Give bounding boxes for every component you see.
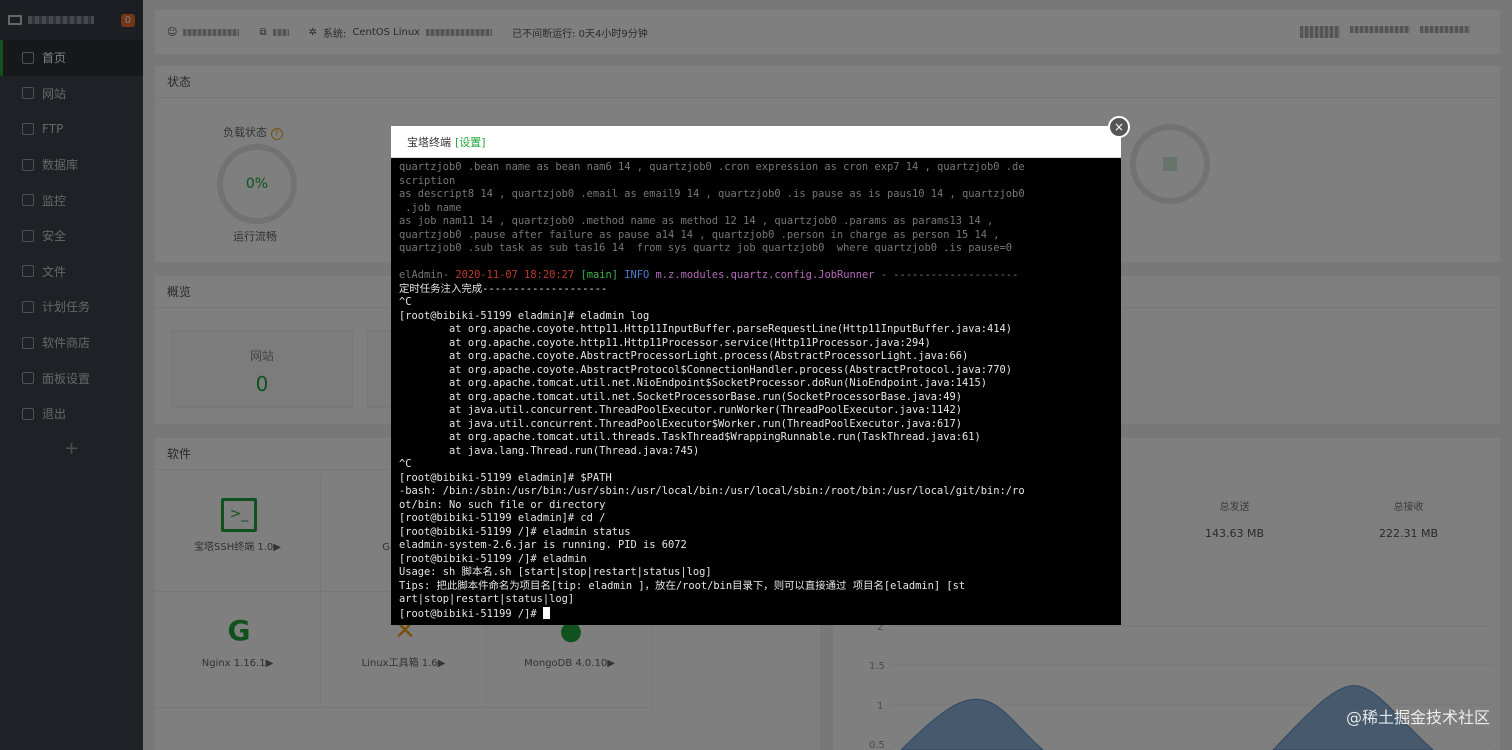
terminal-text: as job nam11 14 , quartzjob0 .method nam… (399, 215, 994, 227)
watermark: @稀土掘金技术社区 (1345, 708, 1490, 727)
log-cls: m.z.modules.quartz.config.JobRunner (655, 269, 875, 281)
terminal-text: scription (399, 174, 456, 187)
terminal-output[interactable]: quartzjob0 .bean name as bean nam6 14 , … (391, 158, 1121, 625)
terminal-text: Usage: sh 脚本名.sh [start|stop|restart|sta… (399, 566, 712, 578)
terminal-line: at org.apache.tomcat.util.net.NioEndpoin… (399, 377, 1113, 391)
terminal-text: at org.apache.tomcat.util.net.SocketProc… (399, 390, 963, 403)
terminal-line: at org.apache.coyote.http11.Http11Proces… (399, 337, 1113, 351)
terminal-text: at org.apache.coyote.AbstractProcessorLi… (399, 350, 969, 362)
terminal-text: [root@bibiki-51199 eladmin]# eladmin log (399, 309, 650, 322)
terminal-line: ^C (399, 458, 1113, 472)
terminal-line: 定时任务注入完成-------------------- (399, 283, 1113, 297)
terminal-line: Tips: 把此脚本件命名为项目名[tip: eladmin ]，放在/root… (399, 580, 1113, 594)
terminal-text: -bash: /bin:/sbin:/usr/bin:/usr/sbin:/us… (399, 485, 1025, 497)
terminal-line: at org.apache.tomcat.util.threads.TaskTh… (399, 431, 1113, 445)
terminal-text: at java.lang.Thread.run(Thread.java:745) (399, 444, 700, 457)
terminal-line: as job nam11 14 , quartzjob0 .method nam… (399, 215, 1113, 229)
log-time: 2020-11-07 18:20:27 (455, 269, 575, 281)
terminal-text: at org.apache.coyote.AbstractProtocol$Co… (399, 363, 1013, 376)
close-icon[interactable]: × (1108, 116, 1130, 138)
terminal-line: as descript8 14 , quartzjob0 .email as e… (399, 188, 1113, 202)
terminal-line: quartzjob0 .sub task as sub tas16 14 fro… (399, 242, 1113, 256)
terminal-line: at java.util.concurrent.ThreadPoolExecut… (399, 418, 1113, 432)
modal-header: 宝塔终端 [设置] (391, 126, 1121, 158)
terminal-text: eladmin-system-2.6.jar is running. PID i… (399, 539, 687, 551)
terminal-text: [root@bibiki-51199 eladmin]# $PATH (399, 471, 612, 484)
terminal-line: [root@bibiki-51199 /]# (399, 606, 1113, 622)
terminal-line: scription (399, 175, 1113, 189)
terminal-text: art|stop|restart|status|log] (399, 593, 575, 605)
terminal-text: ^C (399, 296, 412, 308)
terminal-settings-link[interactable]: [设置] (455, 134, 486, 150)
terminal-line: [root@bibiki-51199 eladmin]# eladmin log (399, 310, 1113, 324)
terminal-text: as descript8 14 , quartzjob0 .email as e… (399, 188, 1025, 200)
terminal-text: [root@bibiki-51199 /]# eladmin (399, 552, 587, 565)
terminal-text: ^C (399, 458, 412, 470)
terminal-text: quartzjob0 .bean name as bean nam6 14 , … (399, 161, 1025, 173)
terminal-line: at org.apache.coyote.http11.Http11InputB… (399, 323, 1113, 337)
terminal-line: [root@bibiki-51199 eladmin]# $PATH (399, 472, 1113, 486)
terminal-text: at org.apache.tomcat.util.net.NioEndpoin… (399, 377, 988, 389)
terminal-text: at java.util.concurrent.ThreadPoolExecut… (399, 417, 963, 430)
terminal-text: [root@bibiki-51199 eladmin]# cd / (399, 512, 606, 524)
terminal-text: quartzjob0 .sub task as sub tas16 14 fro… (399, 242, 1013, 254)
terminal-text: [root@bibiki-51199 /]# eladmin status (399, 525, 631, 538)
terminal-modal: 宝塔终端 [设置] quartzjob0 .bean name as bean … (391, 126, 1121, 625)
terminal-line: art|stop|restart|status|log] (399, 593, 1113, 607)
terminal-line: at java.util.concurrent.ThreadPoolExecut… (399, 404, 1113, 418)
terminal-text: at org.apache.coyote.http11.Http11Proces… (399, 336, 931, 349)
log-level: INFO (624, 269, 650, 281)
terminal-text: ot/bin: No such file or directory (399, 498, 606, 511)
terminal-line: Usage: sh 脚本名.sh [start|stop|restart|sta… (399, 566, 1113, 580)
terminal-line: [root@bibiki-51199 /]# eladmin (399, 553, 1113, 567)
terminal-line: -bash: /bin:/sbin:/usr/bin:/usr/sbin:/us… (399, 485, 1113, 499)
cursor (542, 606, 550, 619)
terminal-line: .job name (399, 202, 1113, 216)
terminal-text: at java.util.concurrent.ThreadPoolExecut… (399, 404, 963, 416)
terminal-text: at org.apache.tomcat.util.threads.TaskTh… (399, 431, 981, 443)
terminal-line: at org.apache.tomcat.util.net.SocketProc… (399, 391, 1113, 405)
terminal-text: [root@bibiki-51199 /]# (399, 607, 543, 620)
terminal-text: .job name (399, 201, 462, 214)
log-rest: - -------------------- (874, 269, 1019, 281)
terminal-line: at java.lang.Thread.run(Thread.java:745) (399, 445, 1113, 459)
terminal-line: [root@bibiki-51199 /]# eladmin status (399, 526, 1113, 540)
terminal-text: Tips: 把此脚本件命名为项目名[tip: eladmin ]，放在/root… (399, 579, 966, 592)
terminal-line: quartzjob0 .bean name as bean nam6 14 , … (399, 161, 1113, 175)
log-thread: [main] (580, 269, 618, 281)
terminal-line: elAdmin- 2020-11-07 18:20:27 [main] INFO… (399, 269, 1113, 283)
modal-title: 宝塔终端 (407, 135, 451, 149)
terminal-text: 定时任务注入完成-------------------- (399, 282, 608, 295)
terminal-text: quartzjob0 .pause after failure as pause… (399, 228, 1000, 241)
terminal-line: at org.apache.coyote.AbstractProtocol$Co… (399, 364, 1113, 378)
terminal-line: [root@bibiki-51199 eladmin]# cd / (399, 512, 1113, 526)
terminal-line: at org.apache.coyote.AbstractProcessorLi… (399, 350, 1113, 364)
terminal-line: ^C (399, 296, 1113, 310)
terminal-line: quartzjob0 .pause after failure as pause… (399, 229, 1113, 243)
terminal-line: eladmin-system-2.6.jar is running. PID i… (399, 539, 1113, 553)
log-app: elAdmin- (399, 269, 456, 281)
terminal-text: at org.apache.coyote.http11.Http11InputB… (399, 323, 1013, 335)
terminal-line: ot/bin: No such file or directory (399, 499, 1113, 513)
